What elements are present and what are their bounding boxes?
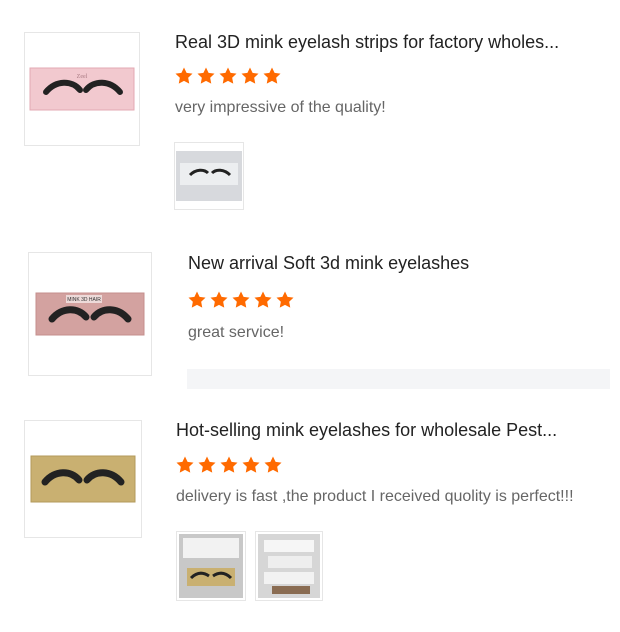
review-photo[interactable] bbox=[174, 142, 244, 210]
product-title[interactable]: Real 3D mink eyelash strips for factory … bbox=[175, 32, 559, 53]
product-thumbnail[interactable]: MINK 3D HAIR bbox=[28, 252, 152, 376]
eyelash-box-image bbox=[30, 455, 136, 503]
product-title[interactable]: New arrival Soft 3d mink eyelashes bbox=[188, 253, 469, 274]
review-comment: very impressive of the quality! bbox=[175, 99, 386, 116]
review-photo-image bbox=[179, 534, 243, 598]
rating-stars bbox=[175, 455, 283, 475]
star-icon bbox=[196, 66, 216, 86]
review-photo-image bbox=[258, 534, 320, 598]
star-icon bbox=[175, 455, 195, 475]
rating-stars bbox=[174, 66, 282, 86]
review-photo[interactable] bbox=[176, 531, 246, 601]
star-icon bbox=[275, 290, 295, 310]
star-icon bbox=[262, 66, 282, 86]
review-comment: delivery is fast ,the product I received… bbox=[176, 488, 574, 505]
star-icon bbox=[253, 290, 273, 310]
empty-photo-placeholder bbox=[187, 369, 610, 389]
review-comment: great service! bbox=[188, 324, 285, 341]
eyelash-box-image: Zeel bbox=[29, 67, 135, 111]
star-icon bbox=[231, 290, 251, 310]
star-icon bbox=[209, 290, 229, 310]
product-thumbnail[interactable]: Zeel bbox=[24, 32, 140, 146]
star-icon bbox=[174, 66, 194, 86]
rating-stars bbox=[187, 290, 295, 310]
star-icon bbox=[263, 455, 283, 475]
review-photo[interactable] bbox=[255, 531, 323, 601]
product-box-label: Zeel bbox=[77, 74, 88, 80]
eyelash-box-image: MINK 3D HAIR bbox=[35, 292, 145, 336]
product-box-label: MINK 3D HAIR bbox=[67, 297, 101, 303]
star-icon bbox=[197, 455, 217, 475]
review-photo-image bbox=[176, 151, 242, 201]
star-icon bbox=[219, 455, 239, 475]
product-thumbnail[interactable] bbox=[24, 420, 142, 538]
star-icon bbox=[240, 66, 260, 86]
star-icon bbox=[241, 455, 261, 475]
star-icon bbox=[218, 66, 238, 86]
star-icon bbox=[187, 290, 207, 310]
product-title[interactable]: Hot-selling mink eyelashes for wholesale… bbox=[176, 420, 557, 441]
